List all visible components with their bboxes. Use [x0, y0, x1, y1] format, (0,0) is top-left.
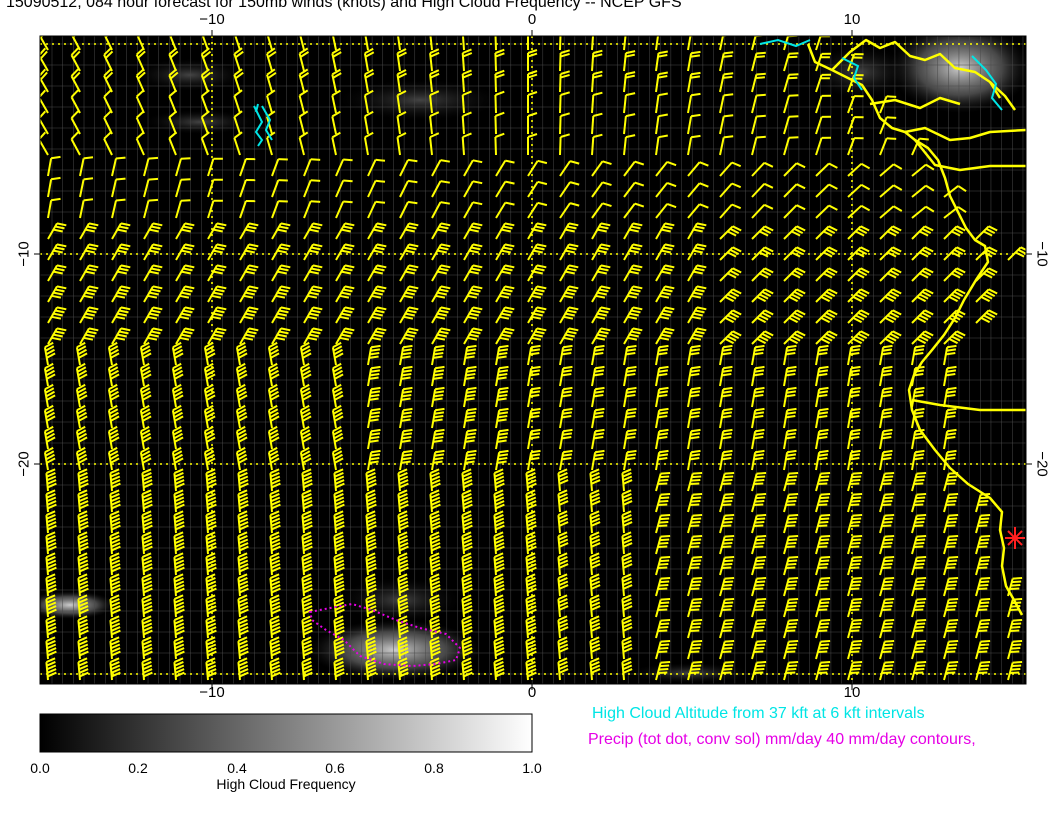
colorbar-tick: 0.4 [227, 760, 247, 776]
colorbar-tick: 0.8 [424, 760, 444, 776]
legend-precip: Precip (tot dot, conv sol) mm/day 40 mm/… [588, 731, 976, 748]
x-tick-top: −10 [199, 11, 225, 28]
colorbar-tick: 0.2 [128, 760, 148, 776]
x-tick-bottom: −10 [199, 684, 225, 701]
legend-cloud-altitude: High Cloud Altitude from 37 kft at 6 kft… [592, 705, 925, 722]
colorbar-label: High Cloud Frequency [216, 776, 356, 792]
colorbar-tick: 1.0 [522, 760, 542, 776]
x-tick-top: 10 [843, 11, 861, 28]
y-tick-right: −20 [1033, 451, 1051, 477]
y-tick-left: −10 [15, 241, 33, 267]
x-tick-bottom: 10 [843, 684, 861, 701]
colorbar-tick: 0.6 [325, 760, 345, 776]
y-tick-left: −20 [15, 451, 33, 477]
colorbar-gradient [39, 713, 533, 753]
y-tick-right: −10 [1033, 241, 1051, 267]
colorbar-tick: 0.0 [30, 760, 50, 776]
x-tick-top: 0 [527, 11, 537, 28]
x-tick-bottom: 0 [527, 684, 537, 701]
